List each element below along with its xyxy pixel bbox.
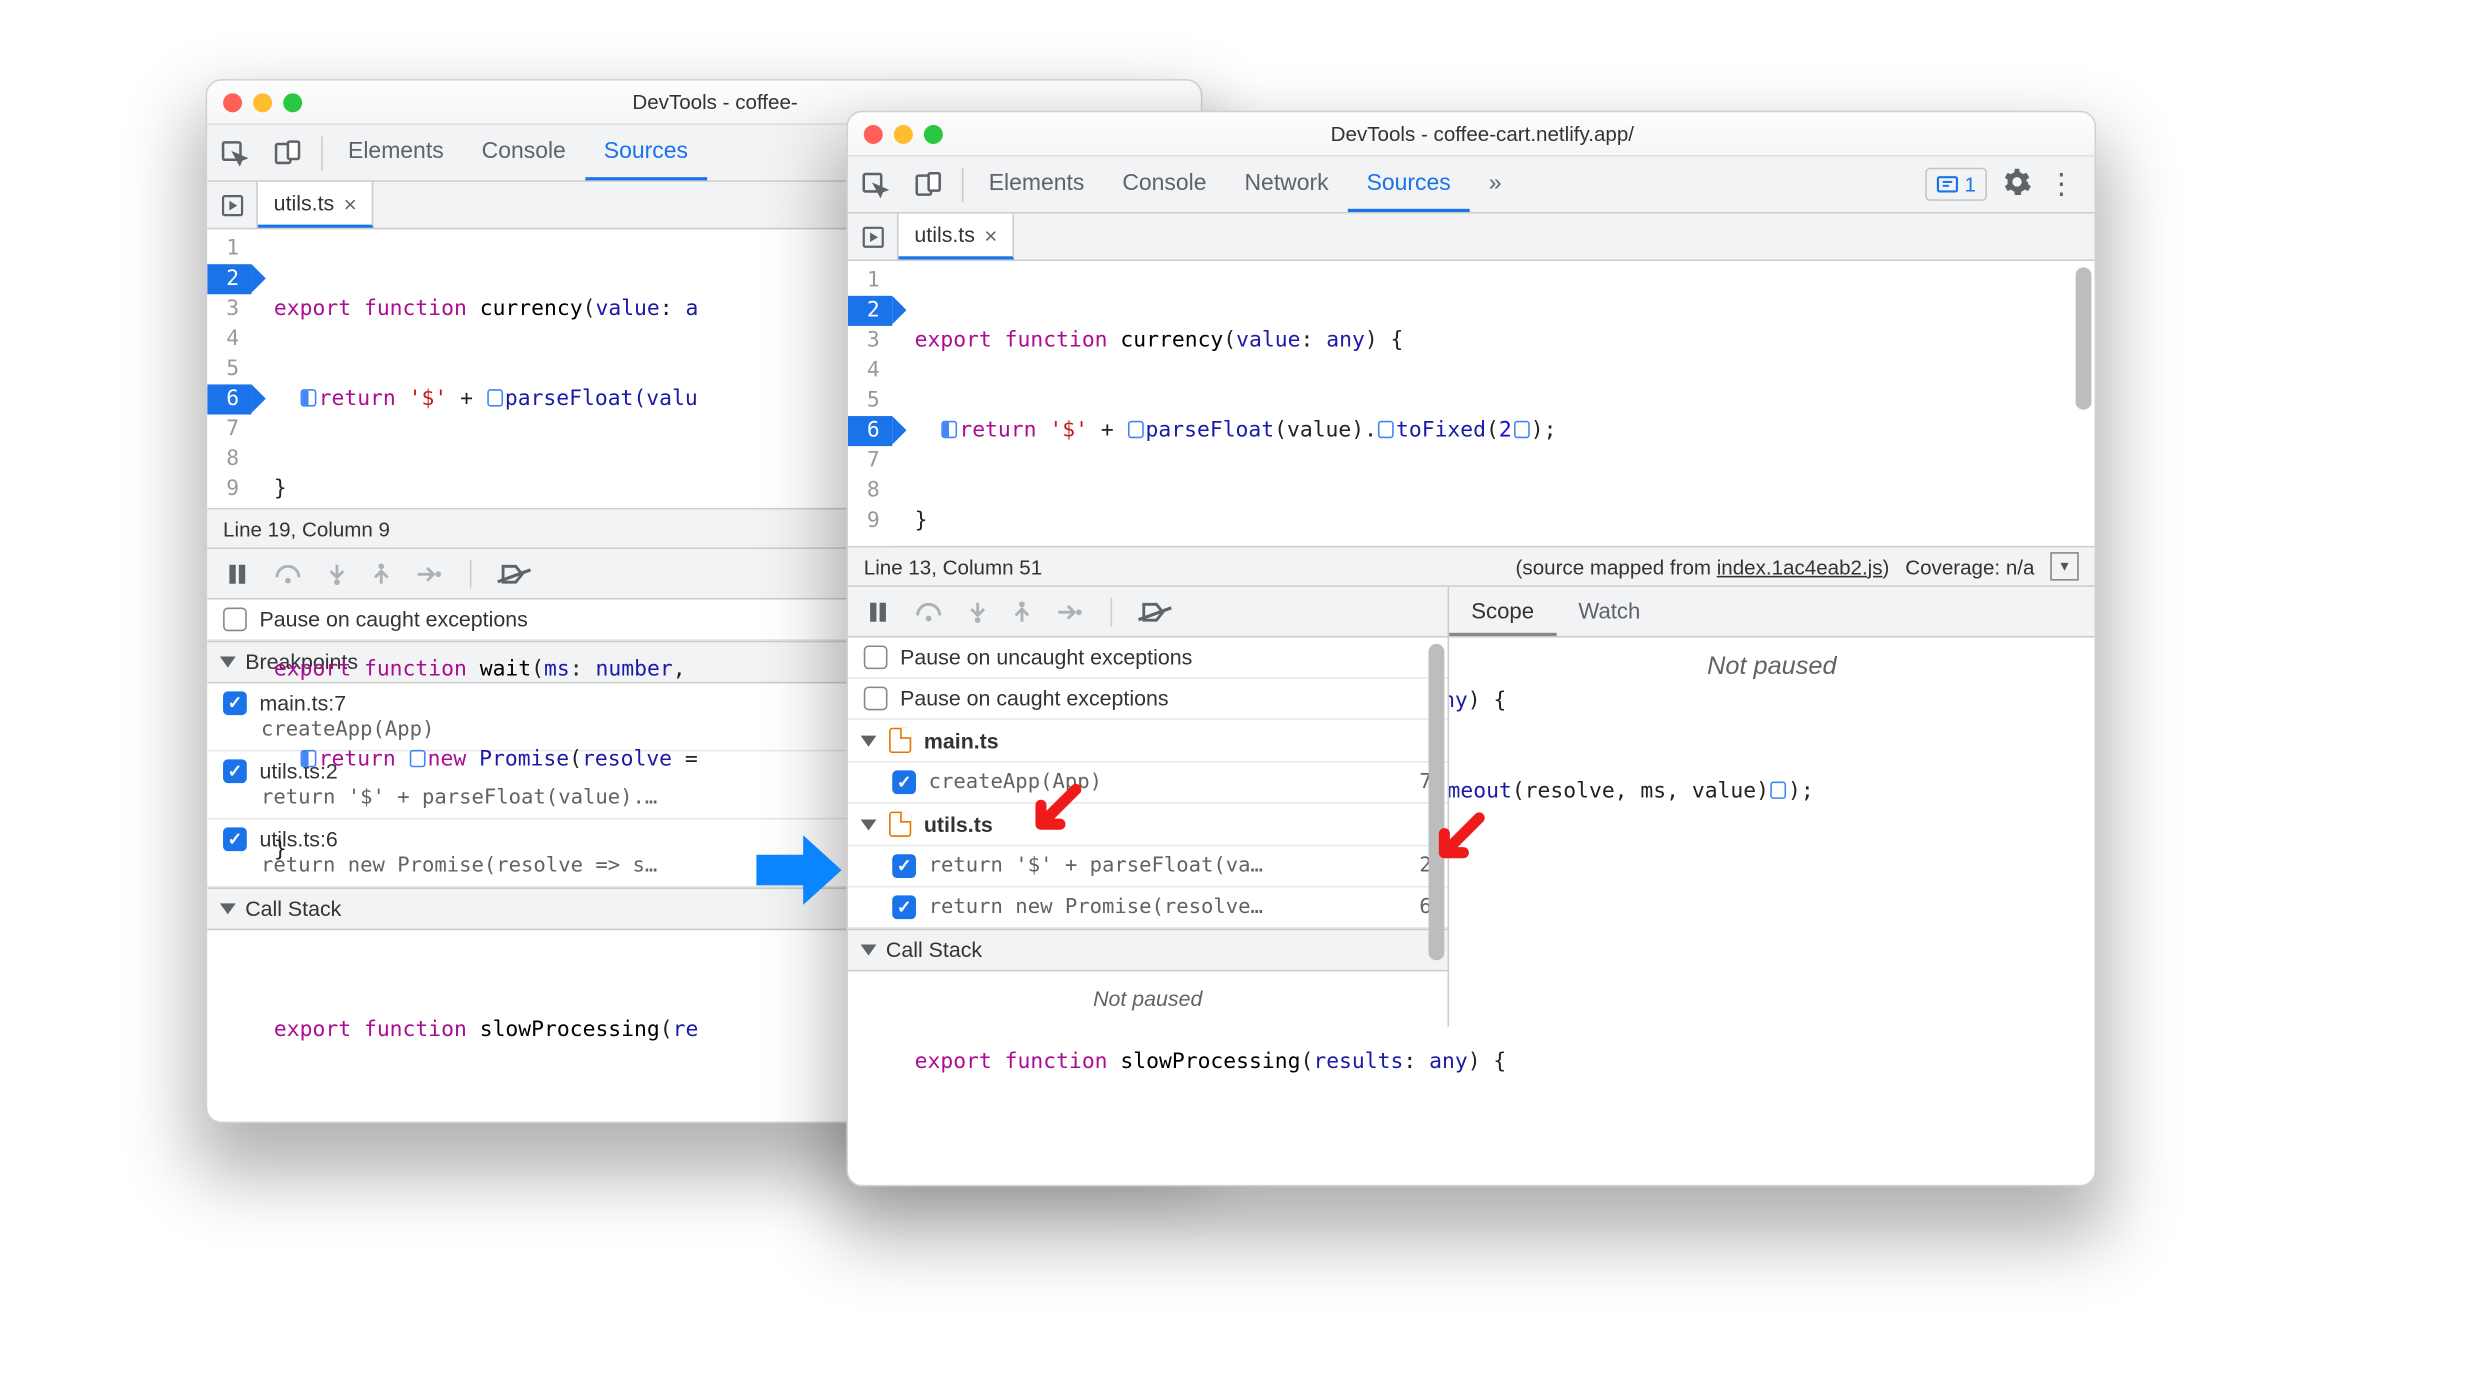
step-out-icon[interactable]	[372, 562, 391, 584]
deactivate-breakpoints-icon[interactable]	[1141, 600, 1166, 622]
step-over-icon[interactable]	[274, 562, 302, 584]
checkbox[interactable]: ✓	[223, 827, 247, 851]
file-tab-utils[interactable]: utils.ts ×	[899, 214, 1015, 260]
breakpoint-marker-icon	[1513, 421, 1529, 438]
checkbox[interactable]: ✓	[223, 691, 247, 715]
file-tabs: utils.ts ×	[848, 214, 2095, 261]
not-paused-label: Not paused	[848, 971, 1448, 1026]
step-into-icon[interactable]	[327, 562, 346, 584]
annotation-red-arrow	[1432, 812, 1489, 869]
breakpoint-marker-icon	[301, 389, 317, 406]
pause-caught-row[interactable]: Pause on caught exceptions	[848, 679, 1448, 720]
breakpoint-item[interactable]: ✓return '$' + parseFloat(va… 2	[848, 846, 1448, 887]
pause-icon[interactable]	[867, 600, 889, 622]
step-icon[interactable]	[416, 564, 441, 583]
show-navigator-icon[interactable]	[848, 214, 899, 260]
checkbox[interactable]	[864, 645, 888, 669]
step-into-icon[interactable]	[968, 600, 987, 622]
breakpoint-group[interactable]: utils.ts	[848, 804, 1448, 847]
checkbox[interactable]: ✓	[892, 770, 916, 794]
tab-elements[interactable]: Elements	[970, 157, 1104, 212]
traffic-light-close[interactable]	[223, 93, 242, 112]
traffic-light-close[interactable]	[864, 124, 883, 143]
checkbox[interactable]: ✓	[892, 854, 916, 878]
checkbox[interactable]: ✓	[892, 895, 916, 919]
annotation-red-arrow	[1028, 783, 1085, 840]
breakpoint-marker-icon	[1771, 782, 1787, 799]
file-tab-label: utils.ts	[914, 223, 975, 247]
show-navigator-icon[interactable]	[207, 182, 258, 228]
inspect-icon[interactable]	[207, 138, 261, 166]
issues-icon	[1936, 175, 1958, 194]
scrollbar[interactable]	[1429, 644, 1445, 960]
checkbox[interactable]	[864, 687, 888, 711]
devtools-window-right: DevTools - coffee-cart.netlify.app/ Elem…	[846, 111, 2096, 1187]
scrollbar[interactable]	[2076, 267, 2092, 409]
file-icon	[889, 812, 911, 837]
coverage-info: Coverage: n/a	[1905, 554, 2034, 578]
close-icon[interactable]: ×	[984, 222, 997, 247]
tab-sources[interactable]: Sources	[1348, 157, 1470, 212]
checkbox[interactable]	[223, 607, 247, 631]
step-out-icon[interactable]	[1012, 600, 1031, 622]
more-icon[interactable]: ⋮	[2047, 168, 2075, 201]
disclosure-triangle-icon	[861, 735, 877, 746]
issues-button[interactable]: 1	[1925, 168, 1987, 201]
window-title: DevTools - coffee-cart.netlify.app/	[886, 122, 2079, 146]
breakpoint-marker-icon	[410, 750, 426, 767]
breakpoint-marker-icon	[487, 389, 503, 406]
editor-options-icon[interactable]: ▾	[2050, 552, 2078, 580]
step-icon[interactable]	[1057, 602, 1082, 621]
pause-icon[interactable]	[226, 562, 248, 584]
disclosure-triangle-icon	[861, 944, 877, 955]
pause-uncaught-row[interactable]: Pause on uncaught exceptions	[848, 638, 1448, 679]
more-tabs-icon[interactable]: »	[1470, 157, 1521, 212]
tab-console[interactable]: Console	[1103, 157, 1225, 212]
inspect-icon[interactable]	[848, 170, 902, 198]
callstack-header[interactable]: Call Stack	[848, 929, 1448, 972]
tab-elements[interactable]: Elements	[329, 125, 463, 180]
disclosure-triangle-icon	[861, 819, 877, 830]
breakpoint-marker-icon	[1379, 421, 1395, 438]
device-icon[interactable]	[261, 138, 315, 166]
code-editor[interactable]: 123456789 export function currency(value…	[848, 261, 2095, 546]
file-tab-utils[interactable]: utils.ts ×	[258, 182, 374, 228]
titlebar: DevTools - coffee-cart.netlify.app/	[848, 112, 2095, 156]
settings-icon[interactable]	[2003, 167, 2031, 202]
breakpoint-item[interactable]: ✓return new Promise(resolve… 6	[848, 888, 1448, 929]
device-icon[interactable]	[902, 170, 956, 198]
close-icon[interactable]: ×	[344, 191, 357, 216]
checkbox[interactable]: ✓	[223, 759, 247, 783]
file-icon	[889, 728, 911, 753]
tab-sources[interactable]: Sources	[585, 125, 707, 180]
breakpoint-marker-icon	[1128, 421, 1144, 438]
tab-console[interactable]: Console	[463, 125, 585, 180]
disclosure-triangle-icon	[220, 903, 236, 914]
tab-network[interactable]: Network	[1226, 157, 1348, 212]
debugger-toolbar	[848, 587, 1448, 638]
breakpoint-group[interactable]: main.ts	[848, 720, 1448, 763]
main-toolbar: Elements Console Network Sources » 1 ⋮	[848, 157, 2095, 214]
deactivate-breakpoints-icon[interactable]	[500, 562, 525, 584]
breakpoint-marker-icon	[942, 421, 958, 438]
breakpoint-marker-icon	[301, 750, 317, 767]
breakpoint-item[interactable]: ✓createApp(App) 7	[848, 763, 1448, 804]
step-over-icon[interactable]	[914, 600, 942, 622]
disclosure-triangle-icon	[220, 657, 236, 668]
file-tab-label: utils.ts	[274, 191, 335, 215]
